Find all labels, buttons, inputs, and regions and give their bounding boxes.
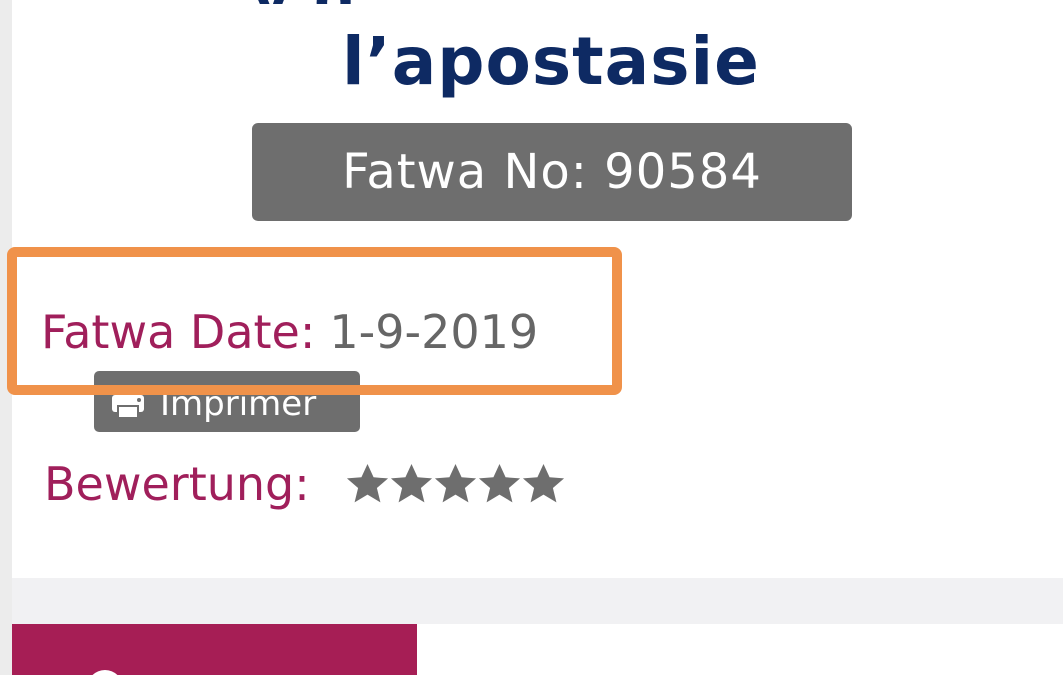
bottom-tab-button[interactable] [12, 624, 417, 675]
title-fragment: y g [252, 0, 358, 4]
title-first-line-clipped: y g [252, 0, 852, 4]
star-icon[interactable] [476, 461, 523, 508]
rating-stars[interactable] [344, 461, 564, 508]
star-icon[interactable] [344, 461, 391, 508]
rating-label: Bewertung: [44, 457, 310, 511]
star-icon[interactable] [520, 461, 567, 508]
page-title: l’apostasie [342, 23, 760, 100]
tab-icon [87, 670, 123, 675]
highlight-annotation-box [7, 247, 622, 395]
fatwa-number-badge: Fatwa No: 90584 [252, 123, 852, 221]
rating-row: Bewertung: [44, 452, 564, 516]
star-icon[interactable] [432, 461, 479, 508]
star-icon[interactable] [388, 461, 435, 508]
page: y g l’apostasie Fatwa No: 90584 Imprimer… [0, 0, 1063, 675]
bottom-panel [417, 624, 1063, 675]
